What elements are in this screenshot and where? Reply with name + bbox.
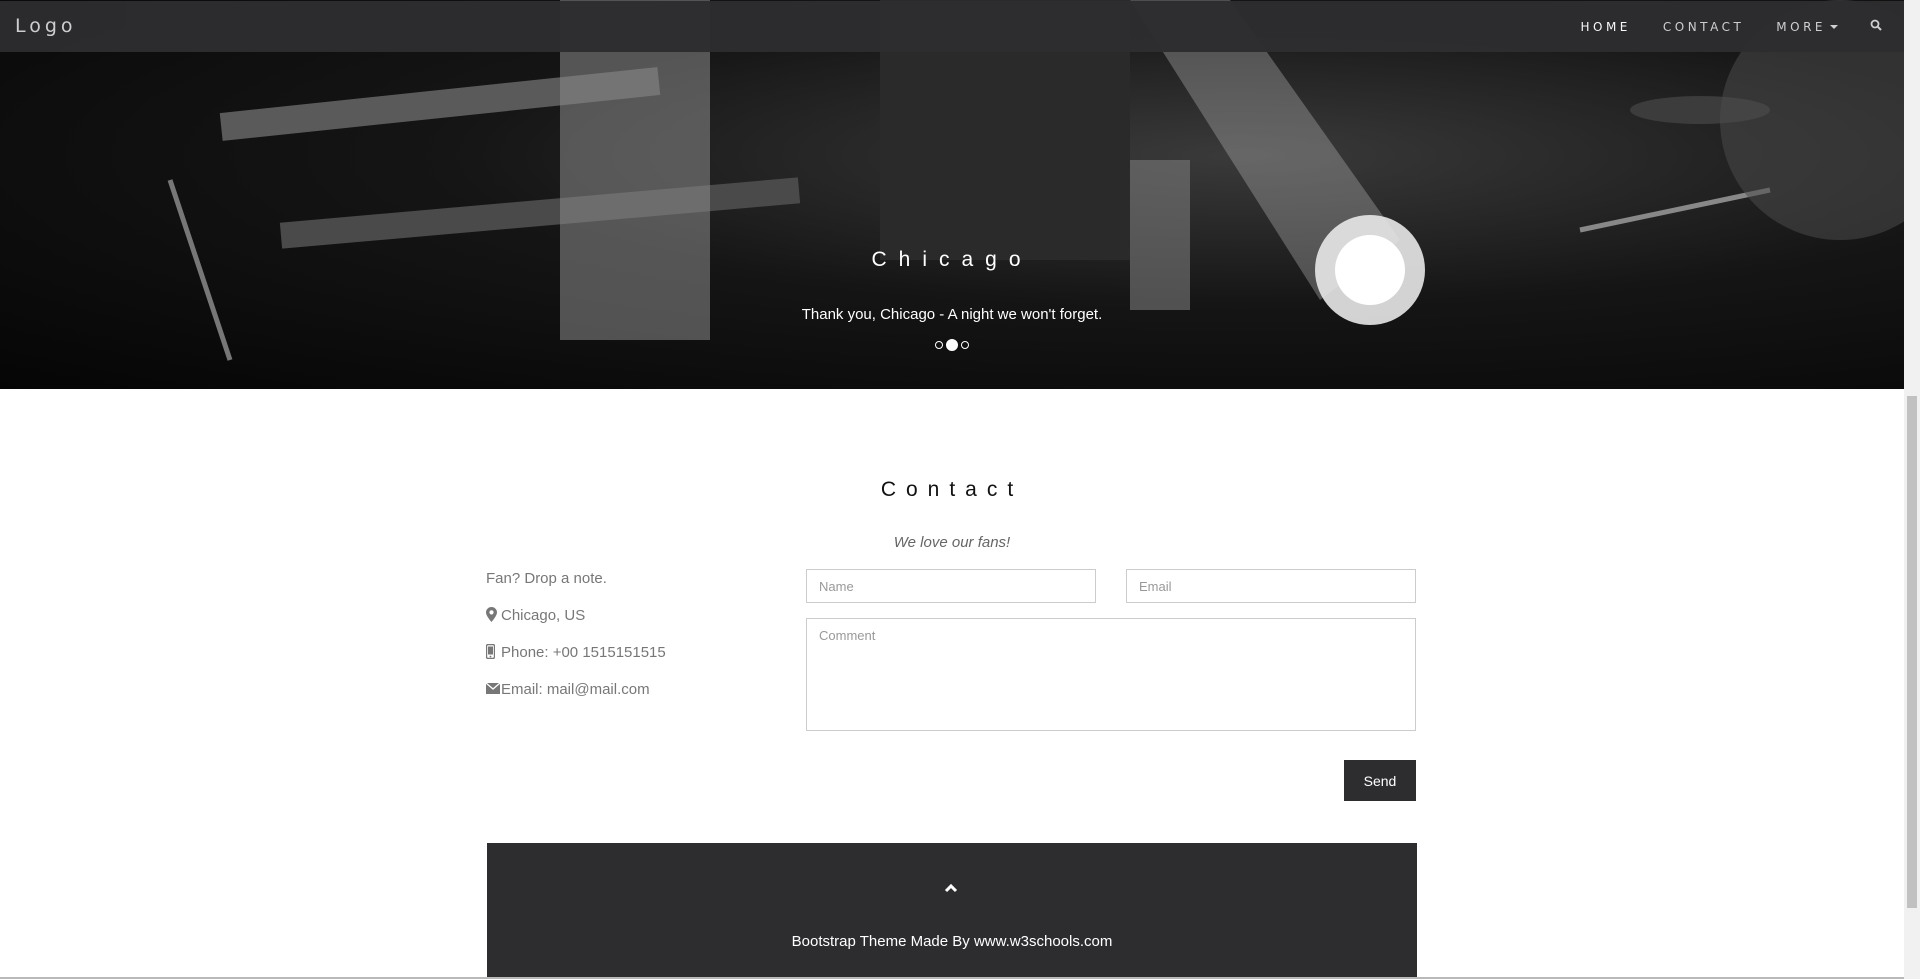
- nav-item-contact-label: CONTACT: [1662, 19, 1745, 34]
- comment-textarea[interactable]: [806, 618, 1416, 731]
- contact-location: Chicago, US: [486, 607, 666, 644]
- name-input[interactable]: [806, 569, 1096, 603]
- vertical-scrollbar[interactable]: [1904, 0, 1920, 979]
- hero-title: Chicago: [871, 248, 1033, 271]
- nav-item-contact[interactable]: CONTACT: [1663, 20, 1744, 34]
- scroll-to-top-button[interactable]: [944, 880, 958, 898]
- logo[interactable]: Logo: [15, 15, 77, 37]
- hero-carousel: Chicago Thank you, Chicago - A night we …: [0, 0, 1904, 389]
- caret-down-icon: [1830, 24, 1838, 29]
- scrollbar-thumb[interactable]: [1907, 396, 1917, 908]
- contact-note: Fan? Drop a note.: [486, 570, 666, 607]
- navbar: Logo HOME CONTACT MORE: [0, 1, 1904, 52]
- search-button[interactable]: [1870, 18, 1882, 36]
- contact-phone: Phone: +00 1515151515: [485, 643, 666, 681]
- carousel-indicators: [0, 339, 1904, 351]
- carousel-indicator-2[interactable]: [946, 339, 958, 351]
- chevron-up-icon: [944, 883, 958, 893]
- carousel-indicator-1[interactable]: [935, 341, 943, 349]
- hero-caption: Thank you, Chicago - A night we won't fo…: [801, 306, 1103, 323]
- nav-menu: HOME CONTACT MORE: [1580, 1, 1904, 52]
- contact-phone-text: Phone: +00 1515151515: [501, 644, 666, 661]
- send-button[interactable]: Send: [1344, 760, 1416, 801]
- nav-item-more-label: MORE: [1776, 19, 1826, 34]
- contact-note-text: Fan? Drop a note.: [486, 570, 607, 587]
- envelope-icon: [485, 681, 501, 698]
- footer-credit: Bootstrap Theme Made By www.w3schools.co…: [487, 933, 1417, 950]
- contact-info: Fan? Drop a note. Chicago, US Phone: +00…: [485, 570, 666, 718]
- contact-email-text: Email: mail@mail.com: [501, 681, 650, 698]
- email-input[interactable]: [1126, 569, 1416, 603]
- map-marker-icon: [486, 607, 500, 626]
- contact-email: Email: mail@mail.com: [485, 681, 666, 718]
- contact-title: Contact: [880, 478, 1024, 501]
- footer: Bootstrap Theme Made By www.w3schools.co…: [487, 843, 1417, 979]
- w3schools-link[interactable]: www.w3schools.com: [974, 933, 1112, 950]
- footer-credit-prefix: Bootstrap Theme Made By: [791, 933, 974, 950]
- hero-concert-image: [167, 0, 1904, 361]
- contact-location-text: Chicago, US: [501, 607, 586, 624]
- search-icon: [1870, 19, 1882, 31]
- phone-icon: [485, 643, 500, 663]
- carousel-indicator-3[interactable]: [961, 341, 969, 349]
- contact-subtitle: We love our fans!: [893, 534, 1011, 551]
- nav-item-more-dropdown[interactable]: MORE: [1776, 20, 1838, 34]
- nav-item-home[interactable]: HOME: [1580, 20, 1630, 34]
- nav-item-home-label: HOME: [1580, 19, 1631, 34]
